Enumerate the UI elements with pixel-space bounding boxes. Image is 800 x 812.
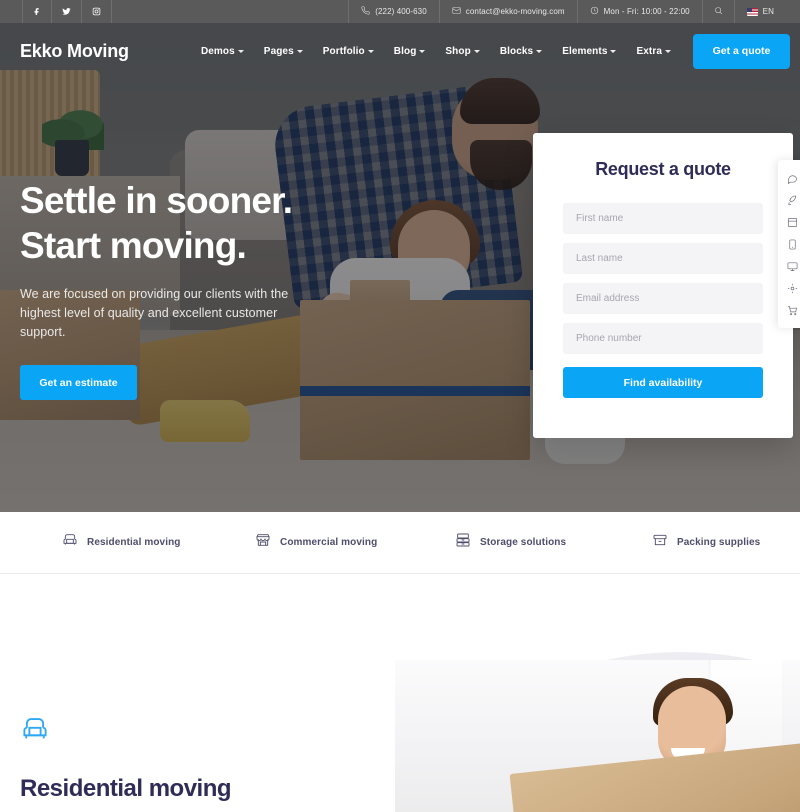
nav-label-elements: Elements [562,45,608,57]
armchair-icon [62,532,78,553]
cart-icon[interactable] [780,299,800,321]
nav-item-shop[interactable]: Shop [435,46,489,57]
service-residential-moving[interactable]: Residential moving [0,532,210,553]
service-label: Storage solutions [480,537,567,548]
phone-item[interactable]: (222) 400-630 [348,0,439,23]
email-icon [452,6,461,17]
email-item[interactable]: contact@ekko-moving.com [438,0,577,23]
us-flag-icon [746,7,758,16]
services-strip: Residential moving Commercial moving Sto… [0,512,800,574]
phone-number-text: (222) 400-630 [375,7,427,16]
hero-title: Settle in sooner. Start moving. [20,178,440,268]
language-selector[interactable]: EN [733,0,786,23]
nav-item-demos[interactable]: Demos [191,46,254,57]
twitter-icon[interactable] [52,0,82,23]
chevron-down-icon [237,50,244,53]
nav-label-blocks: Blocks [499,45,534,57]
hero-title-line-2: Start moving. [20,225,247,266]
landing-page: Settle in sooner. Start moving. We are f… [0,0,800,812]
nav-label-pages: Pages [263,45,294,57]
clock-icon [590,6,599,17]
main-navigation: Ekko Moving Demos Pages Portfolio Blog S… [0,23,800,79]
search-button[interactable] [701,0,734,23]
nav-label-blog: Blog [393,45,417,57]
nav-item-portfolio[interactable]: Portfolio [313,46,384,57]
residential-moving-photo [395,660,800,812]
request-quote-card: Request a quote Find availability [533,133,793,438]
service-label: Residential moving [87,537,181,548]
search-icon [714,6,723,17]
phone-icon [361,6,370,17]
chevron-down-icon [536,50,543,53]
email-address-input[interactable] [563,283,763,314]
social-links [0,0,112,23]
top-utility-bar: (222) 400-630 contact@ekko-moving.com Mo… [0,0,800,23]
facebook-icon[interactable] [22,0,52,23]
hero-title-line-1: Settle in sooner. [20,180,293,221]
nav-item-elements[interactable]: Elements [552,46,626,57]
hours-text: Mon - Fri: 10:00 - 22:00 [603,7,690,16]
quote-card-title: Request a quote [595,159,731,179]
chevron-down-icon [367,50,374,53]
chevron-down-icon [665,50,671,53]
nav-label-portfolio: Portfolio [322,45,365,57]
last-name-input[interactable] [563,243,763,274]
open-box-icon [652,532,668,553]
service-packing-supplies[interactable]: Packing supplies [603,532,800,553]
nav-item-blog[interactable]: Blog [384,46,436,57]
residential-moving-section: Residential moving [0,574,800,812]
chevron-down-icon [296,50,303,53]
section-title: Residential moving [20,775,232,802]
nav-label-extra: Extra [636,45,662,57]
topbar-contact-info: (222) 400-630 contact@ekko-moving.com Mo… [348,0,800,23]
phone-number-input[interactable] [563,323,763,354]
chevron-down-icon [473,50,480,53]
first-name-input[interactable] [563,203,763,234]
hero-subtitle: We are focused on providing our clients … [20,287,289,339]
nav-item-extra[interactable]: Extra [626,46,681,57]
settings-icon[interactable] [780,277,800,299]
service-label: Commercial moving [280,537,378,548]
service-storage-solutions[interactable]: Storage solutions [403,532,603,553]
chevron-down-icon [419,50,426,53]
hours-item: Mon - Fri: 10:00 - 22:00 [576,0,702,23]
email-text: contact@ekko-moving.com [465,7,565,16]
get-a-quote-button[interactable]: Get a quote [693,33,790,69]
service-commercial-moving[interactable]: Commercial moving [210,532,403,553]
floating-icon-rail [778,160,800,328]
residential-moving-content: Residential moving [20,714,232,803]
nav-label-demos: Demos [200,45,235,57]
find-availability-button[interactable]: Find availability [563,367,763,398]
language-code: EN [762,7,774,16]
service-label: Packing supplies [677,537,761,548]
rocket-icon[interactable] [780,189,800,211]
nav-label-shop: Shop [445,45,471,57]
mobile-icon[interactable] [780,233,800,255]
get-an-estimate-button[interactable]: Get an estimate [20,365,137,400]
boxes-icon [455,532,471,553]
chevron-down-icon [610,50,617,53]
monitor-icon[interactable] [780,255,800,277]
armchair-icon [20,714,231,749]
layout-icon[interactable] [780,211,800,233]
site-logo[interactable]: Ekko Moving [0,41,129,62]
nav-item-blocks[interactable]: Blocks [490,46,552,57]
chat-icon[interactable] [780,167,800,189]
storefront-icon [255,532,271,553]
nav-menu: Demos Pages Portfolio Blog Shop Blocks E… [191,33,800,69]
hero-content: Settle in sooner. Start moving. We are f… [20,178,440,400]
nav-item-pages[interactable]: Pages [254,46,313,57]
instagram-icon[interactable] [82,0,112,23]
